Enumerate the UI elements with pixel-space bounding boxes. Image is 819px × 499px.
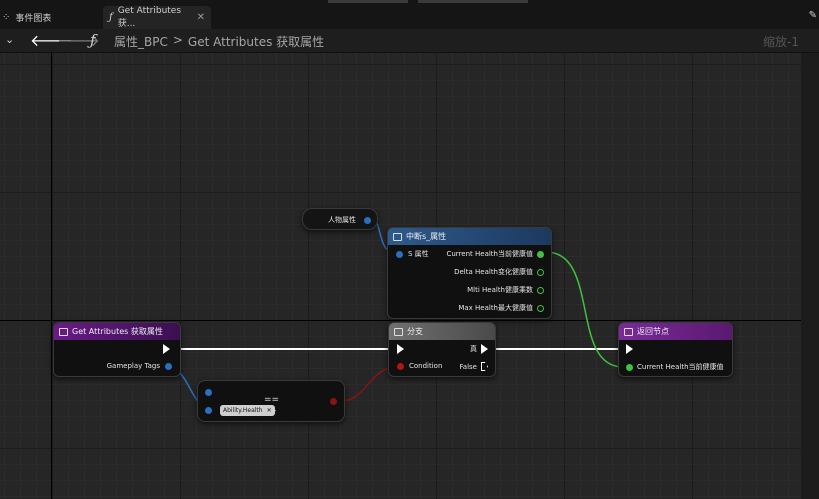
pin-label: 真 — [470, 345, 477, 353]
branch-node[interactable]: 分支 真 Condition False — [388, 322, 496, 377]
breadcrumb: 属性_BPC > Get Attributes 获取属性 — [114, 33, 324, 50]
pin-label: False — [459, 362, 477, 371]
graph-icon: ⁘ — [2, 12, 11, 23]
float-output-pin[interactable] — [537, 268, 544, 276]
tab-bar: ⁘ 事件图表 ƒ Get Attributes 获... ✕ ✎ — [0, 0, 819, 30]
character-attributes-node[interactable]: 人物属性 — [302, 208, 378, 230]
pin-row: 人物属性 — [328, 215, 371, 225]
toolbar-grip — [328, 0, 408, 3]
pin-row — [626, 344, 633, 354]
struct-input-pin[interactable] — [396, 250, 403, 258]
toolbar-grip — [418, 0, 528, 3]
zoom-level: 缩放-1 — [763, 35, 799, 49]
chevron-down-icon[interactable]: ⌄ — [271, 405, 278, 414]
float-input-pin[interactable] — [626, 363, 633, 371]
exec-false-pin[interactable] — [481, 362, 488, 371]
node-header: 分支 — [389, 323, 495, 340]
float-output-pin[interactable] — [537, 304, 544, 312]
gameplay-tag-chip[interactable]: Ability.Health ✕ — [220, 405, 275, 416]
struct-output-pin[interactable] — [364, 216, 371, 224]
node-header: 返回节点 — [619, 323, 732, 340]
pin-row — [397, 344, 404, 354]
node-header: Get Attributes 获取属性 — [54, 323, 180, 340]
pin-row: Delta Health变化健康值 — [454, 267, 544, 277]
tab-label: 事件图表 — [15, 14, 52, 24]
pin-row: Current Health当前健康值 — [626, 362, 724, 372]
pin-label: Mlti Health健康乘数 — [467, 286, 533, 294]
function-icon: ƒ — [109, 12, 113, 23]
pin-row: Max Health最大健康值 — [458, 303, 544, 313]
vertical-scrollbar[interactable] — [801, 53, 819, 499]
pin-label: Current Health当前健康值 — [637, 363, 724, 371]
node-title: 返回节点 — [637, 327, 669, 336]
tab-event-graph[interactable]: ⁘ 事件图表 — [0, 6, 98, 29]
node-title: Get Attributes 获取属性 — [72, 327, 163, 336]
branch-icon — [394, 327, 403, 336]
pin-row: Mlti Health健康乘数 — [467, 285, 544, 295]
pin-row: Gameplay Tags — [107, 362, 172, 370]
exec-output-pin[interactable] — [163, 344, 170, 354]
node-header: 中断s_属性 — [388, 228, 551, 245]
function-icon — [59, 327, 68, 336]
node-title: 中断s_属性 — [406, 232, 447, 241]
return-icon — [624, 327, 633, 336]
break-struct-icon — [393, 232, 402, 241]
function-entry-node[interactable]: Get Attributes 获取属性 Gameplay Tags — [53, 322, 181, 377]
pin-row: Condition — [397, 362, 442, 370]
close-icon[interactable]: ✕ — [197, 12, 205, 23]
return-node[interactable]: 返回节点 Current Health当前健康值 — [618, 322, 733, 377]
pin-label: Max Health最大健康值 — [458, 304, 533, 312]
pin-icon[interactable]: ✎ — [809, 10, 817, 21]
tag-input-pin[interactable] — [205, 389, 212, 396]
tag-value: Ability.Health — [223, 407, 263, 414]
equals-node[interactable]: == Ability.Health ✕ ⌄ — [197, 380, 345, 422]
float-output-pin[interactable] — [537, 286, 544, 294]
bool-output-pin[interactable] — [330, 398, 337, 405]
breadcrumb-item[interactable]: 属性_BPC — [114, 33, 168, 50]
exec-true-pin[interactable] — [481, 344, 488, 354]
exec-input-pin[interactable] — [397, 344, 404, 354]
breadcrumb-separator: > — [172, 33, 183, 47]
breadcrumb-item[interactable]: Get Attributes 获取属性 — [188, 33, 324, 50]
function-icon: ƒ — [90, 31, 96, 49]
pin-row — [163, 344, 170, 354]
menu-dropdown[interactable]: ⌄ — [2, 33, 14, 46]
pin-label: Gameplay Tags — [106, 362, 160, 370]
tab-label: Get Attributes 获... — [117, 6, 182, 29]
pin-row: Current Health当前健康值 — [446, 249, 544, 259]
graph-toolbar: ⌄ 🡐 🡒 ƒ 属性_BPC > Get Attributes 获取属性 缩放-… — [0, 29, 819, 53]
operator-label: == — [264, 395, 280, 405]
break-struct-node[interactable]: 中断s_属性 S 属性 Current Health当前健康值 Delta He… — [387, 227, 552, 319]
node-title: 分支 — [407, 327, 423, 336]
pin-label: S 属性 — [408, 250, 429, 258]
tag-output-pin[interactable] — [165, 362, 172, 370]
float-output-pin[interactable] — [537, 250, 544, 258]
node-label: 人物属性 — [328, 216, 356, 224]
pin-row: 真 — [470, 344, 488, 354]
pin-row: False — [459, 362, 488, 371]
pin-label: Delta Health变化健康值 — [454, 268, 533, 276]
pin-row: S 属性 — [396, 249, 429, 259]
pin-label: Condition — [409, 362, 443, 370]
exec-input-pin[interactable] — [626, 344, 633, 354]
pin-label: Current Health当前健康值 — [446, 250, 533, 258]
tag-input-pin[interactable] — [205, 407, 212, 414]
chevron-down-icon: ⌄ — [5, 33, 15, 46]
bool-input-pin[interactable] — [397, 362, 404, 370]
tab-get-attributes[interactable]: ƒ Get Attributes 获... ✕ — [103, 6, 211, 29]
